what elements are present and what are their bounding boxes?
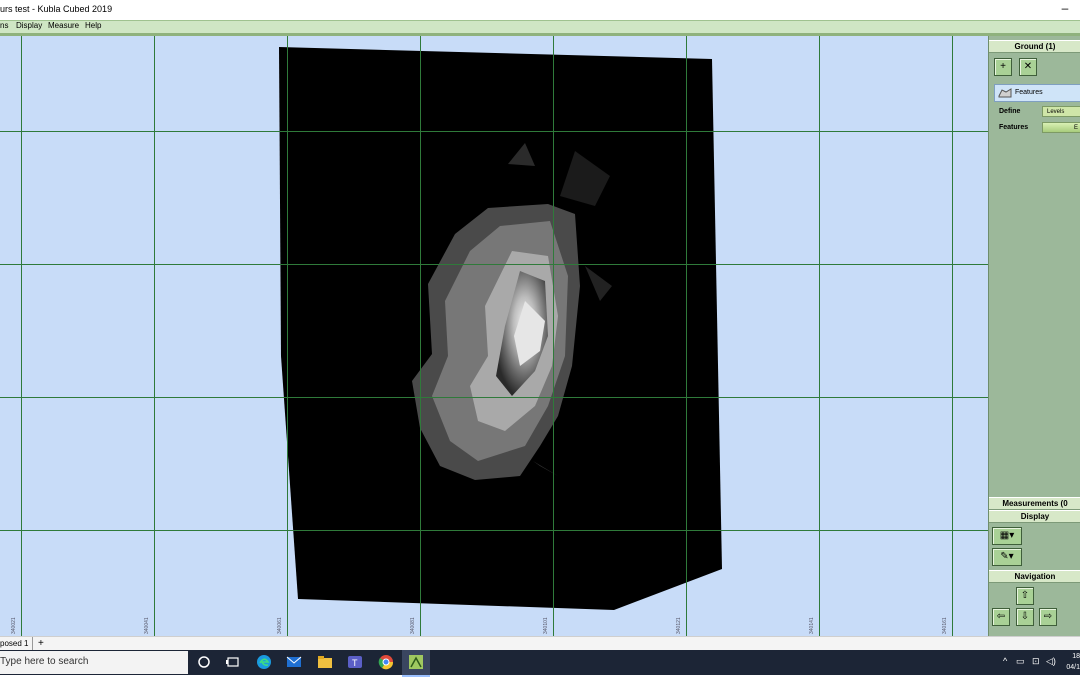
add-tab-button[interactable]: + — [38, 637, 44, 651]
kubla-taskbar-button[interactable] — [402, 650, 430, 677]
svg-text:T: T — [352, 658, 358, 668]
menu-item-help[interactable]: Help — [85, 21, 101, 30]
arrow-down-icon: ⇩ — [1020, 611, 1030, 622]
grid-line — [420, 36, 421, 636]
clock[interactable]: 18 04/1 — [1066, 651, 1080, 673]
add-button[interactable]: + — [994, 58, 1012, 76]
task-view-icon[interactable] — [225, 654, 241, 670]
x-tick-label: 340021 — [11, 617, 17, 634]
grid-line — [0, 530, 988, 531]
x-tick-label: 340141 — [809, 617, 815, 634]
grid-line — [686, 36, 687, 636]
taskbar-search[interactable]: Type here to search — [0, 651, 188, 674]
taskbar: Type here to search T ^ ▭ ⊡ ◁) 18 04/1 — [0, 650, 1080, 677]
clock-time: 18 — [1072, 653, 1080, 660]
tray-network-icon[interactable]: ▭ — [1016, 656, 1025, 667]
file-explorer-icon[interactable] — [317, 654, 333, 670]
grid-line — [0, 264, 988, 265]
clock-date: 04/1 — [1066, 664, 1080, 671]
x-tick-label: 340081 — [410, 617, 416, 634]
grid-line — [819, 36, 820, 636]
close-icon: ✕ — [1023, 61, 1033, 72]
sheet-tab-bar: posed 1 + — [0, 636, 1080, 651]
features-label: Features — [999, 124, 1029, 131]
define-select[interactable]: Levels — [1042, 106, 1080, 117]
grid-line — [21, 36, 22, 636]
nav-left-button[interactable]: ⇦ — [992, 608, 1010, 626]
window-title: urs test - Kubla Cubed 2019 — [0, 4, 113, 14]
grid-line — [952, 36, 953, 636]
arrow-up-icon: ⇧ — [1020, 590, 1030, 601]
menu-bar: ns Display Measure Help — [0, 20, 1080, 33]
tray-chevron-icon[interactable]: ^ — [1003, 656, 1007, 666]
x-tick-label: 340041 — [144, 617, 150, 634]
tray-display-icon[interactable]: ⊡ — [1032, 656, 1040, 667]
title-bar: urs test - Kubla Cubed 2019 – — [0, 0, 1080, 20]
chrome-icon[interactable] — [378, 654, 394, 670]
nav-up-button[interactable]: ⇧ — [1016, 587, 1034, 605]
teams-icon[interactable]: T — [347, 654, 363, 670]
navigation-header[interactable]: Navigation — [989, 570, 1080, 583]
display-header[interactable]: Display — [989, 510, 1080, 523]
measurements-header[interactable]: Measurements (0 — [989, 497, 1080, 510]
menu-item-display[interactable]: Display — [16, 21, 42, 30]
display-layer-icon: ▦▾ — [999, 530, 1015, 541]
start-icon[interactable] — [196, 654, 212, 670]
menu-item-measure[interactable]: Measure — [48, 21, 79, 30]
ground-header[interactable]: Ground (1) — [989, 40, 1080, 53]
display-paint-icon: ✎▾ — [1000, 551, 1014, 562]
side-panel: Ground (1) + ✕ Features Define Levels Fe… — [988, 36, 1080, 636]
menu-item-options[interactable]: ns — [0, 21, 8, 30]
features-item-label: Features — [1015, 89, 1043, 96]
nav-down-button[interactable]: ⇩ — [1016, 608, 1034, 626]
x-tick-label: 340061 — [277, 617, 283, 634]
grid-line — [0, 397, 988, 398]
features-button[interactable]: E — [1042, 122, 1080, 133]
delete-button[interactable]: ✕ — [1019, 58, 1037, 76]
arrow-left-icon: ⇦ — [996, 611, 1006, 622]
3d-viewport[interactable]: 340021 340041 340061 340081 340101 34012… — [0, 36, 988, 636]
x-tick-label: 340121 — [676, 617, 682, 634]
minimize-button[interactable]: – — [1058, 2, 1072, 16]
display-paint-button[interactable]: ✎▾ — [992, 548, 1022, 566]
features-item[interactable]: Features — [994, 84, 1080, 102]
tab-proposed-1[interactable]: posed 1 — [0, 637, 34, 651]
nav-right-button[interactable]: ⇨ — [1039, 608, 1057, 626]
grid-line — [0, 131, 988, 132]
grid-line — [553, 36, 554, 636]
arrow-right-icon: ⇨ — [1043, 611, 1053, 622]
x-tick-label: 340101 — [543, 617, 549, 634]
display-layer-button[interactable]: ▦▾ — [992, 527, 1022, 545]
search-placeholder: Type here to search — [0, 656, 89, 667]
tray-volume-icon[interactable]: ◁) — [1046, 656, 1056, 667]
define-label: Define — [999, 108, 1021, 115]
grid-line — [287, 36, 288, 636]
plus-icon: + — [1000, 61, 1006, 72]
terrain-render — [279, 47, 722, 610]
features-icon — [998, 88, 1012, 98]
x-tick-label: 340161 — [942, 617, 948, 634]
edge-icon[interactable] — [256, 654, 272, 670]
mail-icon[interactable] — [286, 654, 302, 670]
kubla-icon — [409, 655, 423, 669]
grid-line — [154, 36, 155, 636]
